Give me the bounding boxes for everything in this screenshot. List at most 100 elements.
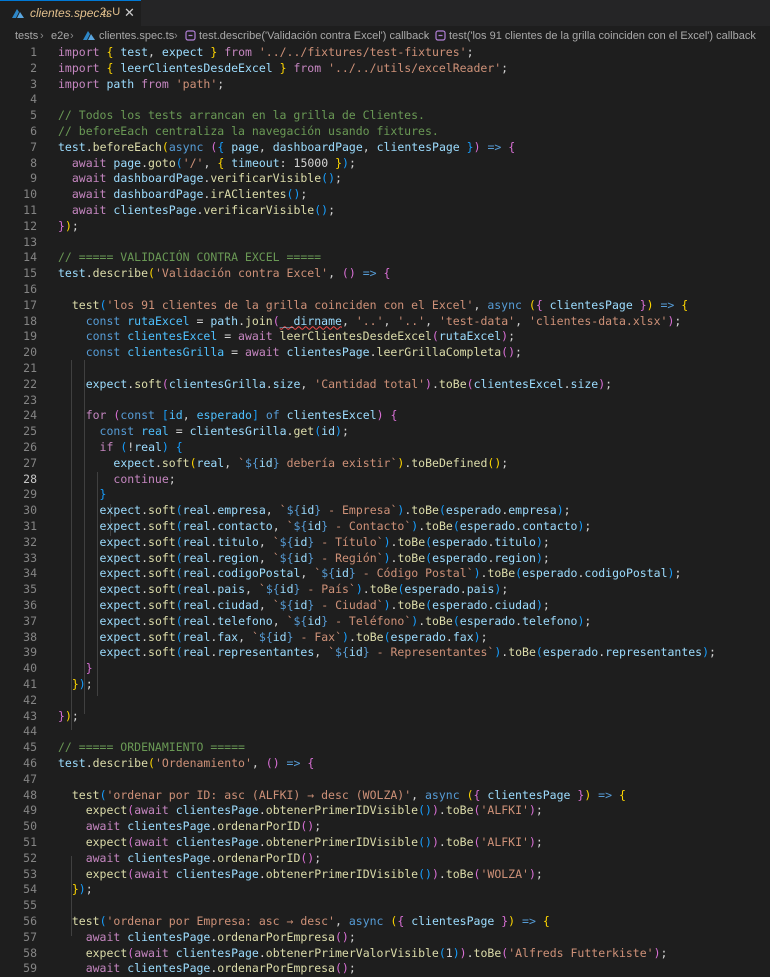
code-line[interactable]: 27 expect.soft(real, `${id} debería exis… — [0, 455, 770, 471]
code-line[interactable]: 36 expect.soft(real.ciudad, `${id} - Ciu… — [0, 597, 770, 613]
code-line[interactable]: 13 — [0, 234, 770, 250]
code-line[interactable]: 37 expect.soft(real.telefono, `${id} - T… — [0, 613, 770, 629]
code-line[interactable]: 17 test('los 91 clientes de la grilla co… — [0, 297, 770, 313]
playwright-file-icon — [12, 9, 24, 18]
code-text: expect.soft(real, `${id} debería existir… — [113, 455, 509, 470]
breadcrumb: tests › e2e › clientes.spec.ts › test.de… — [0, 26, 770, 46]
code-line[interactable]: 42 — [0, 692, 770, 708]
code-line[interactable]: 58 expect(await clientesPage.obtenerPrim… — [0, 945, 770, 961]
code-line[interactable]: 18 const rutaExcel = path.join(__dirname… — [0, 313, 770, 329]
code-line[interactable]: 8 await page.goto('/', { timeout: 15000 … — [0, 155, 770, 171]
line-number: 6 — [30, 124, 37, 138]
line-number: 35 — [23, 582, 37, 597]
code-line[interactable]: 24 for (const [id, esperado] of clientes… — [0, 407, 770, 423]
code-line[interactable]: 9 await dashboardPage.verificarVisible()… — [0, 170, 770, 186]
code-line[interactable]: 19 const clientesExcel = await leerClien… — [0, 328, 770, 344]
line-number: 23 — [23, 392, 37, 407]
code-line[interactable]: 3 import path from 'path'; — [0, 76, 770, 92]
line-number: 14 — [23, 250, 37, 265]
code-line[interactable]: 35 expect.soft(real.pais, `${id} - País`… — [0, 581, 770, 597]
line-number: 50 — [23, 819, 37, 834]
code-line[interactable]: 55 — [0, 897, 770, 913]
code-line[interactable]: 23 — [0, 392, 770, 408]
code-line[interactable]: 11 await clientesPage.verificarVisible()… — [0, 202, 770, 218]
symbol-callback-icon — [185, 30, 196, 44]
close-icon[interactable]: ✕ — [124, 5, 135, 21]
line-number: 19 — [23, 329, 37, 344]
code-line[interactable]: 30 expect.soft(real.empresa, `${id} - Em… — [0, 502, 770, 518]
code-line[interactable]: 4 — [0, 91, 770, 107]
code-line[interactable]: 21 — [0, 360, 770, 376]
code-text: expect.soft(real.pais, `${id} - País`).t… — [99, 582, 509, 597]
breadcrumb-item-e2e[interactable]: e2e — [51, 30, 69, 42]
code-line[interactable]: 49 expect(await clientesPage.obtenerPrim… — [0, 802, 770, 818]
code-line[interactable]: 25 const real = clientesGrilla.get(id); — [0, 423, 770, 439]
code-line[interactable]: 51 expect(await clientesPage.obtenerPrim… — [0, 834, 770, 850]
code-line[interactable]: 56 test('ordenar por Empresa: asc → desc… — [0, 913, 770, 929]
code-text: // ===== VALIDACIÓN CONTRA EXCEL ===== — [58, 250, 322, 265]
code-line[interactable]: 48 test('ordenar por ID: asc (ALFKI) → d… — [0, 787, 770, 803]
line-number: 22 — [23, 376, 37, 391]
code-line[interactable]: 53 expect(await clientesPage.obtenerPrim… — [0, 866, 770, 882]
code-line[interactable]: 31 expect.soft(real.contacto, `${id} - C… — [0, 518, 770, 534]
code-line[interactable]: 40 } — [0, 660, 770, 676]
code-line[interactable]: 32 expect.soft(real.titulo, `${id} - Tít… — [0, 534, 770, 550]
code-line[interactable]: 28 continue; — [0, 471, 770, 487]
code-line[interactable]: 29 } — [0, 486, 770, 502]
breadcrumb-item-describe-callback[interactable]: test.describe('Validación contra Excel')… — [199, 30, 429, 42]
code-line[interactable]: 10 await dashboardPage.irAClientes(); — [0, 186, 770, 202]
code-text: } — [85, 661, 93, 676]
code-line[interactable]: 43}); — [0, 708, 770, 724]
code-line[interactable]: 12}); — [0, 218, 770, 234]
breadcrumb-item-tests[interactable]: tests — [15, 30, 38, 42]
code-line[interactable]: 34 expect.soft(real.codigoPostal, `${id}… — [0, 565, 770, 581]
code-text: await clientesPage.ordenarPorID(); — [85, 850, 322, 865]
code-text: expect.soft(real.codigoPostal, `${id} - … — [99, 566, 682, 581]
code-line[interactable]: 52 await clientesPage.ordenarPorID(); — [0, 850, 770, 866]
code-line[interactable]: 47 — [0, 771, 770, 787]
code-line[interactable]: 2 import { leerClientesDesdeExcel } from … — [0, 60, 770, 76]
code-line[interactable]: 16 — [0, 281, 770, 297]
code-line[interactable]: 39 expect.soft(real.representantes, `${i… — [0, 644, 770, 660]
line-number: 54 — [23, 882, 37, 897]
breadcrumb-item-test-callback[interactable]: test('los 91 clientes de la grilla coinc… — [449, 30, 756, 42]
code-line[interactable]: 38 expect.soft(real.fax, `${id} - Fax`).… — [0, 629, 770, 645]
code-line[interactable]: 45 // ===== ORDENAMIENTO ===== — [0, 739, 770, 755]
tab-clientes-spec[interactable]: clientes.spec.ts 2, U ✕ — [0, 0, 141, 26]
chevron-right-icon: › — [424, 30, 428, 42]
code-text: expect.soft(real.titulo, `${id} - Título… — [99, 534, 550, 549]
code-line[interactable]: 33 expect.soft(real.region, `${id} - Reg… — [0, 550, 770, 566]
code-text: test.beforeEach(async ({ page, dashboard… — [58, 139, 516, 154]
line-number: 40 — [23, 661, 37, 676]
code-line[interactable]: 7 test.beforeEach(async ({ page, dashboar… — [0, 139, 770, 155]
code-text: import { test, expect } from '../../fixt… — [58, 45, 474, 59]
code-editor[interactable]: 1 import { test, expect } from '../../fix… — [0, 44, 770, 977]
line-number: 52 — [23, 850, 37, 865]
breadcrumb-item-file[interactable]: clientes.spec.ts — [99, 30, 174, 42]
line-number: 20 — [23, 345, 37, 360]
code-line[interactable]: 5 // Todos los tests arrancan en la grill… — [0, 107, 770, 123]
line-number: 55 — [23, 898, 37, 913]
code-line[interactable]: 1 import { test, expect } from '../../fix… — [0, 44, 770, 60]
line-number: 36 — [23, 598, 37, 612]
line-number: 13 — [23, 234, 37, 249]
code-line[interactable]: 44 — [0, 723, 770, 739]
code-line[interactable]: 57 await clientesPage.ordenarPorEmpresa(… — [0, 929, 770, 945]
code-line[interactable]: 26 if (!real) { — [0, 439, 770, 455]
line-number: 57 — [23, 929, 37, 944]
code-line[interactable]: 22 expect.soft(clientesGrilla.size, 'Can… — [0, 376, 770, 392]
code-line[interactable]: 41 }); — [0, 676, 770, 692]
code-line[interactable]: 6 // beforeEach centraliza la navegación … — [0, 123, 770, 139]
code-line[interactable]: 50 await clientesPage.ordenarPorID(); — [0, 818, 770, 834]
line-number: 12 — [23, 218, 37, 233]
code-line[interactable]: 54 }); — [0, 881, 770, 897]
line-number: 27 — [23, 455, 37, 470]
line-number: 49 — [23, 803, 37, 818]
code-line[interactable]: 20 const clientesGrilla = await clientes… — [0, 344, 770, 360]
code-line[interactable]: 14 // ===== VALIDACIÓN CONTRA EXCEL ===== — [0, 249, 770, 265]
code-line[interactable]: 15 test.describe('Validación contra Excel… — [0, 265, 770, 281]
code-line[interactable]: 46 test.describe('Ordenamiento', () => { — [0, 755, 770, 771]
code-text: test.describe('Validación contra Excel',… — [58, 266, 391, 281]
code-line[interactable]: 59 await clientesPage.ordenarPorEmpresa(… — [0, 960, 770, 976]
line-number: 15 — [23, 266, 37, 281]
